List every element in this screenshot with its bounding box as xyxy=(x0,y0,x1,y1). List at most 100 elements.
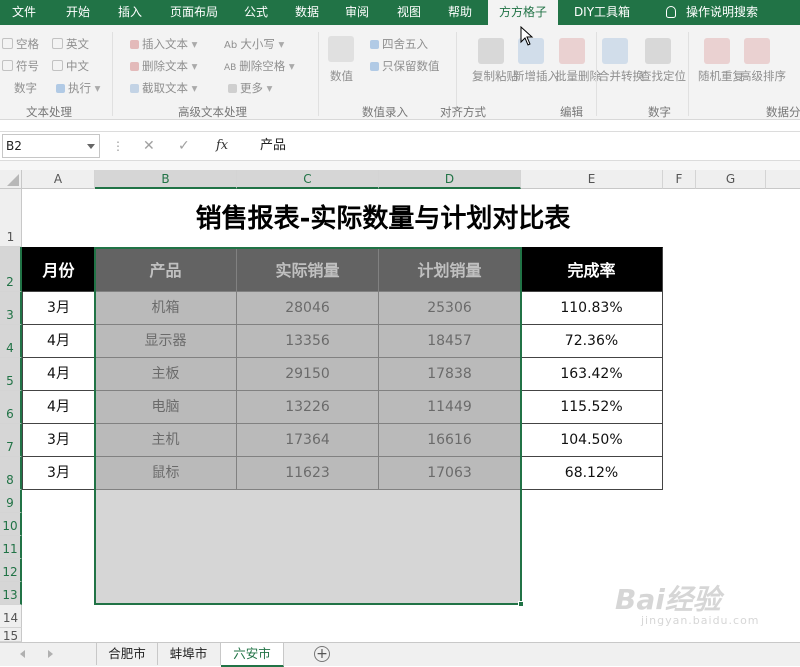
more-button[interactable]: 更多 ▾ xyxy=(228,80,272,96)
tab-home[interactable]: 开始 xyxy=(54,0,102,25)
table-cell[interactable]: 104.50% xyxy=(521,424,663,457)
add-sheet-button[interactable]: + xyxy=(314,646,330,662)
delete-space-button[interactable]: AB 删除空格 ▾ xyxy=(224,58,295,74)
cancel-icon[interactable]: ✕ xyxy=(143,136,155,156)
column-header-e[interactable]: E xyxy=(521,170,663,189)
copy-paste-button[interactable]: 复制粘贴 xyxy=(472,68,518,84)
delete-text-button[interactable]: 删除文本 ▾ xyxy=(130,58,197,74)
tab-view[interactable]: 视图 xyxy=(388,0,430,25)
column-header-b[interactable]: B xyxy=(95,170,237,189)
header-cell-actual[interactable]: 实际销量 xyxy=(237,247,379,292)
table-cell[interactable]: 4月 xyxy=(22,358,95,391)
table-cell[interactable]: 110.83% xyxy=(521,292,663,325)
batch-delete-button[interactable]: 批量删除 xyxy=(555,68,601,84)
new-insert-button[interactable]: 新增插入 xyxy=(513,68,559,84)
table-cell[interactable]: 17838 xyxy=(379,358,521,391)
table-cell[interactable]: 16616 xyxy=(379,424,521,457)
table-cell[interactable]: 4月 xyxy=(22,325,95,358)
space-checkbox[interactable]: 空格 xyxy=(2,36,39,52)
tab-review[interactable]: 审阅 xyxy=(336,0,378,25)
fill-handle[interactable] xyxy=(518,601,524,607)
number-checkbox[interactable]: 数字 xyxy=(14,80,37,96)
table-cell[interactable]: 显示器 xyxy=(95,325,237,358)
insert-function-icon[interactable]: fx xyxy=(216,136,228,156)
row-header-2[interactable]: 2 xyxy=(0,247,22,292)
table-cell[interactable]: 主机 xyxy=(95,424,237,457)
table-cell[interactable]: 11449 xyxy=(379,391,521,424)
table-cell[interactable]: 29150 xyxy=(237,358,379,391)
table-cell[interactable]: 11623 xyxy=(237,457,379,490)
column-header-a[interactable]: A xyxy=(22,170,95,189)
table-cell[interactable]: 13226 xyxy=(237,391,379,424)
tab-data[interactable]: 数据 xyxy=(286,0,328,25)
execute-button[interactable]: 执行 ▾ xyxy=(56,80,100,96)
column-header-d[interactable]: D xyxy=(379,170,521,189)
table-cell[interactable]: 72.36% xyxy=(521,325,663,358)
column-header-f[interactable]: F xyxy=(663,170,696,189)
row-header-7[interactable]: 7 xyxy=(0,424,22,457)
tab-file[interactable]: 文件 xyxy=(2,0,46,25)
table-cell[interactable]: 电脑 xyxy=(95,391,237,424)
column-header-h[interactable] xyxy=(766,170,800,189)
round-button[interactable]: 四舍五入 xyxy=(370,36,428,52)
sheet-tab-luan[interactable]: 六安市 xyxy=(221,643,284,667)
table-cell[interactable]: 3月 xyxy=(22,292,95,325)
row-header-14[interactable]: 14 xyxy=(0,605,22,628)
column-header-g[interactable]: G xyxy=(696,170,766,189)
tab-diy-toolbox[interactable]: DIY工具箱 xyxy=(566,0,638,25)
scroll-left-icon[interactable] xyxy=(20,650,25,658)
symbol-checkbox[interactable]: 符号 xyxy=(2,58,39,74)
tab-page-layout[interactable]: 页面布局 xyxy=(160,0,228,25)
row-header-9[interactable]: 9 xyxy=(0,490,22,513)
table-cell[interactable]: 13356 xyxy=(237,325,379,358)
tab-fangfanggezi[interactable]: 方方格子 xyxy=(488,0,558,25)
tab-formulas[interactable]: 公式 xyxy=(236,0,276,25)
merge-convert-button[interactable]: 合并转换 xyxy=(598,68,644,84)
row-header-11[interactable]: 11 xyxy=(0,536,22,559)
numeric-button[interactable]: 数值 xyxy=(330,68,353,84)
table-cell[interactable]: 3月 xyxy=(22,457,95,490)
tell-me-search[interactable]: 操作说明搜索 xyxy=(654,0,770,25)
sheet-title[interactable]: 销售报表-实际数量与计划对比表 xyxy=(23,190,743,246)
table-cell[interactable]: 163.42% xyxy=(521,358,663,391)
name-box[interactable]: B2 xyxy=(2,134,100,158)
header-cell-completion[interactable]: 完成率 xyxy=(521,247,663,292)
chinese-checkbox[interactable]: 中文 xyxy=(52,58,89,74)
extract-text-button[interactable]: 截取文本 ▾ xyxy=(130,80,197,96)
formula-input[interactable]: 产品 xyxy=(248,134,800,158)
english-checkbox[interactable]: 英文 xyxy=(52,36,89,52)
find-locate-button[interactable]: 查找定位 xyxy=(640,68,686,84)
sheet-tab-hefei[interactable]: 合肥市 xyxy=(96,643,158,665)
header-cell-month[interactable]: 月份 xyxy=(22,247,95,292)
table-cell[interactable]: 115.52% xyxy=(521,391,663,424)
table-cell[interactable]: 3月 xyxy=(22,424,95,457)
tab-help[interactable]: 帮助 xyxy=(438,0,482,25)
table-cell[interactable]: 机箱 xyxy=(95,292,237,325)
chevron-down-icon[interactable] xyxy=(87,144,95,149)
table-cell[interactable]: 17364 xyxy=(237,424,379,457)
header-cell-product[interactable]: 产品 xyxy=(95,247,237,292)
table-cell[interactable]: 4月 xyxy=(22,391,95,424)
scroll-right-icon[interactable] xyxy=(48,650,53,658)
random-repeat-button[interactable]: 随机重复 xyxy=(698,68,744,84)
enter-icon[interactable]: ✓ xyxy=(178,136,190,156)
advanced-sort-button[interactable]: 高级排序 xyxy=(740,68,786,84)
table-cell[interactable]: 28046 xyxy=(237,292,379,325)
case-button[interactable]: Ab 大小写 ▾ xyxy=(224,36,284,52)
row-header-1[interactable]: 1 xyxy=(0,189,22,247)
table-cell[interactable]: 17063 xyxy=(379,457,521,490)
row-header-15[interactable]: 15 xyxy=(0,628,22,643)
row-header-10[interactable]: 10 xyxy=(0,513,22,536)
row-header-5[interactable]: 5 xyxy=(0,358,22,391)
insert-text-button[interactable]: 插入文本 ▾ xyxy=(130,36,197,52)
table-cell[interactable]: 18457 xyxy=(379,325,521,358)
row-header-4[interactable]: 4 xyxy=(0,325,22,358)
row-header-8[interactable]: 8 xyxy=(0,457,22,490)
table-cell[interactable]: 68.12% xyxy=(521,457,663,490)
table-cell[interactable]: 25306 xyxy=(379,292,521,325)
row-header-3[interactable]: 3 xyxy=(0,292,22,325)
column-header-c[interactable]: C xyxy=(237,170,379,189)
row-header-13[interactable]: 13 xyxy=(0,582,22,605)
table-cell[interactable]: 鼠标 xyxy=(95,457,237,490)
sheet-tab-bengbu[interactable]: 蚌埠市 xyxy=(157,643,221,665)
